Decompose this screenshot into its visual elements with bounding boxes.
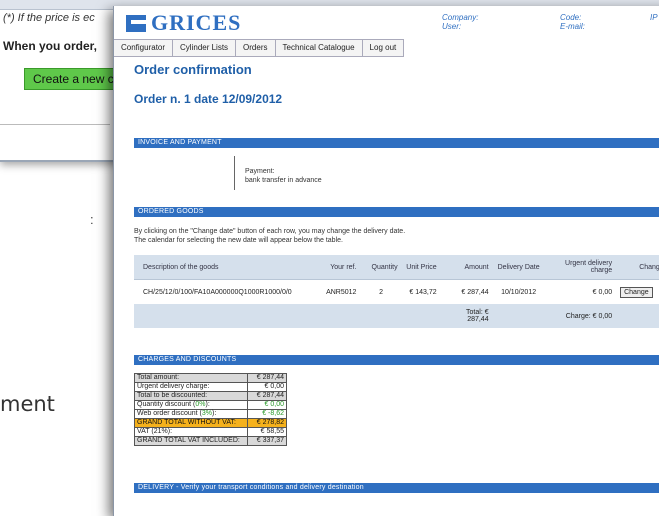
cell-quantity: 2 <box>379 288 383 296</box>
charges-row: Web order discount (3%): € -8,62 <box>134 409 287 419</box>
company-label: Company: <box>442 13 479 22</box>
charges-row: VAT (21%): € 58,55 <box>134 427 287 437</box>
grand-total-vat-row: GRAND TOTAL VAT INCLUDED: € 337,37 <box>134 436 287 446</box>
section-invoice-payment: INVOICE AND PAYMENT <box>134 138 659 148</box>
company-user-labels: Company: User: <box>442 13 478 31</box>
col-description: Description of the goods <box>134 255 311 280</box>
main-nav: Configurator Cylinder Lists Orders Techn… <box>114 39 405 57</box>
calendar-instruction: The calendar for selecting the new date … <box>134 237 343 244</box>
order-confirmation-window: GRICES Company: User: Code: E-mail: IP A… <box>113 6 659 516</box>
nav-cylinder-lists[interactable]: Cylinder Lists <box>173 40 237 56</box>
payment-label: Payment: <box>245 168 275 175</box>
logo-mark-icon <box>126 14 146 32</box>
cell-urgent-charge: € 0,00 <box>592 288 613 296</box>
payment-method: bank transfer in advance <box>245 177 322 184</box>
order-number-date: Order n. 1 date 12/09/2012 <box>134 92 283 106</box>
section-delivery: DELIVERY - Verify your transport conditi… <box>134 483 659 493</box>
table-total-row: Total: € 287,44 Charge: € 0,00 <box>134 304 659 328</box>
charges-table: Total amount: € 287,44 Urgent delivery c… <box>134 373 287 446</box>
user-label: User: <box>442 22 462 31</box>
col-change-delivery: Change del <box>616 255 659 280</box>
col-delivery-date: Delivery Date <box>492 255 545 280</box>
cell-unit-price: € 143,72 <box>409 288 437 296</box>
table-row: CH/25/12/0/100/FA10A000000Q1000R1000/0/0… <box>134 280 659 305</box>
ip-label: IP A <box>650 13 659 22</box>
grand-total-without-vat-row: GRAND TOTAL WITHOUT VAT: € 278,82 <box>134 418 287 428</box>
cell-change-date: Change <box>616 280 659 305</box>
left-page-fragment-text: ment <box>0 392 55 416</box>
price-note: (*) If the price is ec <box>3 12 95 24</box>
ordered-goods-table: Description of the goods Your ref. Quant… <box>134 255 659 328</box>
col-unit-price: Unit Price <box>401 255 441 280</box>
charges-row: Urgent delivery charge: € 0,00 <box>134 382 287 392</box>
charges-row: Quantity discount (0%): € 0,00 <box>134 400 287 410</box>
cell-delivery-date: 10/10/2012 <box>501 288 537 296</box>
order-instruction: When you order, <box>3 39 98 53</box>
charges-row: Total to be discounted: € 287,44 <box>134 391 287 401</box>
col-amount: Amount <box>440 255 493 280</box>
nav-log-out[interactable]: Log out <box>363 40 405 56</box>
code-label: Code: <box>560 13 582 22</box>
header: GRICES Company: User: Code: E-mail: IP A <box>114 6 659 36</box>
page-title: Order confirmation <box>134 62 252 77</box>
nav-orders[interactable]: Orders <box>236 40 276 56</box>
charges-row: Total amount: € 287,44 <box>134 373 287 383</box>
col-urgent-charge: Urgent delivery charge <box>544 255 617 280</box>
table-header-row: Description of the goods Your ref. Quant… <box>134 255 659 280</box>
left-page-fragment: : <box>90 212 94 227</box>
section-ordered-goods: ORDERED GOODS <box>134 207 659 217</box>
change-date-button[interactable]: Change <box>620 286 653 298</box>
logo-text: GRICES <box>151 10 242 35</box>
change-date-instruction: By clicking on the "Change date" button … <box>134 228 406 235</box>
divider <box>0 124 110 125</box>
section-charges-discounts: CHARGES AND DISCOUNTS <box>134 355 659 365</box>
code-email-labels: Code: E-mail: <box>560 13 585 31</box>
payment-divider <box>234 156 235 190</box>
cell-amount: € 287,44 <box>461 288 489 296</box>
email-label: E-mail: <box>560 22 585 31</box>
logo: GRICES <box>126 10 241 36</box>
cell-your-ref: ANR5012 <box>326 288 357 296</box>
nav-technical-catalogue[interactable]: Technical Catalogue <box>276 40 363 56</box>
cell-description: CH/25/12/0/100/FA10A000000Q1000R1000/0/0 <box>143 288 292 296</box>
col-quantity: Quantity <box>360 255 402 280</box>
nav-configurator[interactable]: Configurator <box>114 40 174 56</box>
total-amount: Total: € 287,44 <box>440 304 493 328</box>
col-your-ref: Your ref. <box>310 255 361 280</box>
total-charge: Charge: € 0,00 <box>544 304 617 328</box>
